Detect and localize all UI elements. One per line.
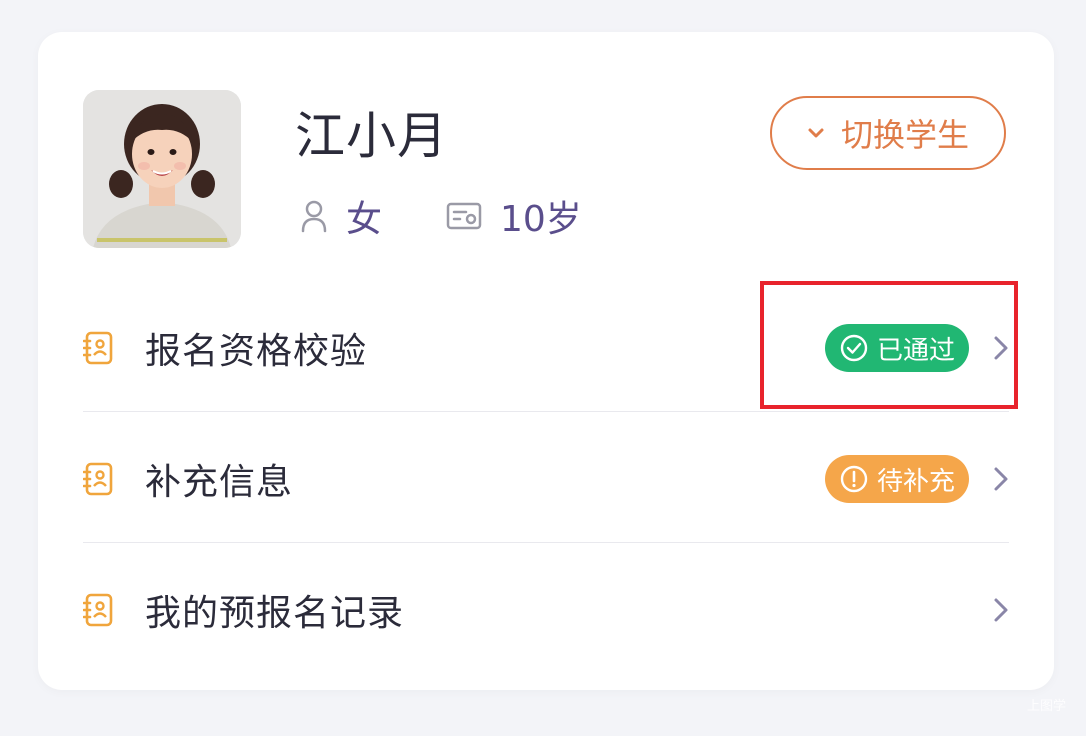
chevron-down-icon	[807, 127, 825, 139]
notebook-icon	[83, 593, 123, 627]
list-item-pre-registration-records[interactable]: 我的预报名记录	[83, 560, 1009, 660]
chevron-right-icon	[993, 466, 1009, 492]
gender-info: 女	[300, 194, 382, 240]
age-info: 10岁	[446, 194, 582, 240]
notebook-icon	[83, 331, 123, 365]
student-name: 江小月	[295, 107, 448, 165]
list-item-label: 我的预报名记录	[145, 593, 405, 634]
list-item-supplementary-info[interactable]: 补充信息 待补充	[83, 429, 1009, 529]
age-value: 10岁	[500, 199, 582, 240]
gender-value: 女	[346, 199, 383, 240]
watermark: 上图学	[1026, 699, 1066, 714]
list-item-label: 补充信息	[145, 462, 294, 503]
switch-student-label: 切换学生	[840, 116, 969, 154]
exclamation-circle-icon	[839, 464, 869, 494]
person-icon	[300, 199, 328, 233]
divider	[83, 411, 1009, 412]
notebook-icon	[83, 462, 123, 496]
student-photo	[83, 90, 241, 248]
chevron-right-icon	[993, 597, 1009, 623]
divider	[83, 542, 1009, 543]
status-badge-label: 待补充	[876, 466, 955, 497]
highlight-annotation-box	[760, 281, 1018, 409]
avatar	[83, 90, 241, 248]
switch-student-button[interactable]: 切换学生	[770, 96, 1006, 170]
id-card-icon	[446, 201, 482, 231]
status-badge: 待补充	[824, 455, 969, 503]
list-item-label: 报名资格校验	[145, 331, 368, 372]
